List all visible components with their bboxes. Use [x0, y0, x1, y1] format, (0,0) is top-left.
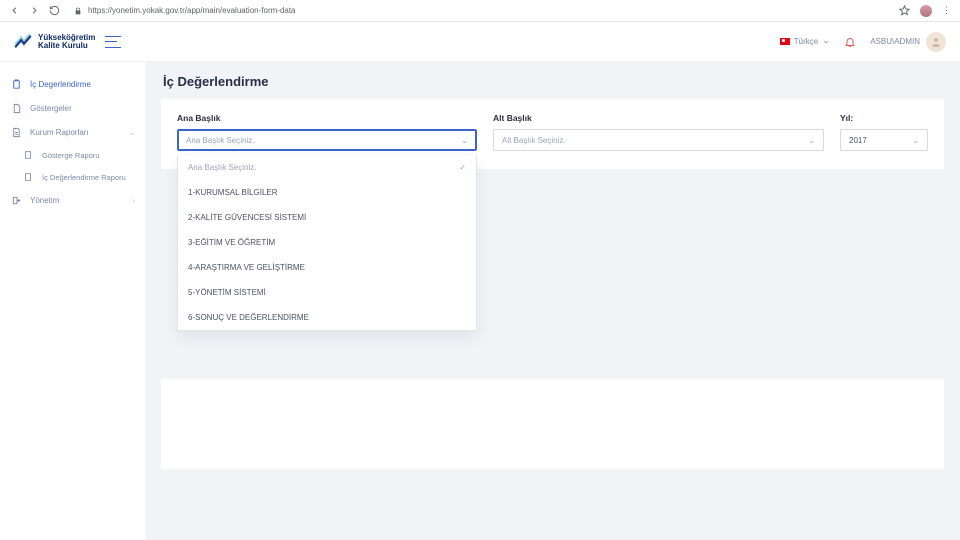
- chevron-down-icon: ⌄: [808, 136, 815, 145]
- dropdown-option-label: 6-SONUÇ VE DEĞERLENDİRME: [188, 313, 309, 322]
- address-bar[interactable]: https://yonetim.yokak.gov.tr/app/main/ev…: [68, 3, 891, 19]
- language-switcher[interactable]: Türkçe: [780, 37, 830, 46]
- main-content: İç Değerlendirme Ana Başlık Ana Başlık S…: [145, 62, 960, 540]
- brand-logo[interactable]: Yükseköğretim Kalite Kurulu: [14, 33, 95, 51]
- bell-icon[interactable]: [844, 36, 856, 48]
- logo-mark-icon: [14, 33, 32, 51]
- profile-avatar-icon[interactable]: [920, 5, 932, 17]
- sidebar-item-label: İç Değerlendirme Raporu: [42, 173, 126, 182]
- browser-chrome: https://yonetim.yokak.gov.tr/app/main/ev…: [0, 0, 960, 22]
- sidebar-item-ic-degerlendirme[interactable]: İç Degerlendirme: [0, 72, 145, 96]
- sidebar-item-gostergeler[interactable]: Göstergeler: [0, 96, 145, 120]
- dropdown-option[interactable]: 2-KALİTE GÜVENCESİ SİSTEMİ: [178, 205, 476, 230]
- dropdown-option-label: 4-ARAŞTIRMA VE GELİŞTİRME: [188, 263, 305, 272]
- dropdown-option-label: 2-KALİTE GÜVENCESİ SİSTEMİ: [188, 213, 306, 222]
- chevron-down-icon: [822, 38, 830, 46]
- language-label: Türkçe: [794, 37, 818, 46]
- dropdown-option[interactable]: 3-EĞİTİM VE ÖĞRETİM: [178, 230, 476, 255]
- field-ana-baslik: Ana Başlık Ana Başlık Seçiniz. ⌄: [177, 113, 477, 151]
- page-icon: [22, 171, 34, 183]
- document-icon: [10, 126, 22, 138]
- sidebar-item-yonetim[interactable]: Yönetim ›: [0, 188, 145, 212]
- sidebar-subitem-gosterge-raporu[interactable]: Gösterge Raporu: [22, 144, 145, 166]
- select-ana-baslik[interactable]: Ana Başlık Seçiniz. ⌄: [177, 129, 477, 151]
- app-header: Yükseköğretim Kalite Kurulu Türkçe ASBU\…: [0, 22, 960, 62]
- dropdown-option-label: Ana Başlık Seçiniz.: [188, 163, 256, 172]
- user-menu[interactable]: ASBU\ADMIN: [870, 32, 946, 52]
- bookmark-star-icon[interactable]: [899, 5, 910, 16]
- dropdown-option[interactable]: 5-YÖNETİM SİSTEMİ: [178, 280, 476, 305]
- user-avatar-icon: [926, 32, 946, 52]
- dropdown-option-label: 1-KURUMSAL BİLGİLER: [188, 188, 278, 197]
- sidebar-submenu-reports: Gösterge Raporu İç Değerlendirme Raporu: [0, 144, 145, 188]
- chevron-down-icon: ⌄: [461, 136, 468, 145]
- kebab-menu-icon[interactable]: ⋮: [942, 5, 952, 16]
- dropdown-option-label: 5-YÖNETİM SİSTEMİ: [188, 288, 266, 297]
- brand-line2: Kalite Kurulu: [38, 42, 95, 50]
- flag-tr-icon: [780, 38, 790, 45]
- username-label: ASBU\ADMIN: [870, 37, 920, 46]
- chevron-down-icon: ⌄: [128, 128, 135, 137]
- check-icon: ✓: [459, 163, 466, 172]
- label-ana-baslik: Ana Başlık: [177, 113, 477, 123]
- chevron-down-icon: ⌄: [912, 136, 919, 145]
- dropdown-option[interactable]: 1-KURUMSAL BİLGİLER: [178, 180, 476, 205]
- reload-icon[interactable]: [48, 5, 60, 17]
- sidebar-item-label: Gösterge Raporu: [42, 151, 100, 160]
- sidebar-item-kurum-raporlari[interactable]: Kurum Raporları ⌄: [0, 120, 145, 144]
- select-value: 2017: [849, 136, 912, 145]
- brand-text: Yükseköğretim Kalite Kurulu: [38, 34, 95, 50]
- chevron-right-icon: ›: [132, 196, 135, 205]
- filter-panel: Ana Başlık Ana Başlık Seçiniz. ⌄ Alt Baş…: [161, 99, 944, 169]
- select-value: Ana Başlık Seçiniz.: [186, 136, 461, 145]
- export-icon: [10, 194, 22, 206]
- label-yil: Yıl:: [840, 113, 928, 123]
- sidebar-item-label: Yönetim: [30, 196, 59, 205]
- lock-icon: [74, 7, 82, 15]
- file-icon: [10, 102, 22, 114]
- field-alt-baslik: Alt Başlık Alt Başlık Seçiniz. ⌄: [493, 113, 824, 151]
- dropdown-option-label: 3-EĞİTİM VE ÖĞRETİM: [188, 238, 275, 247]
- sidebar-item-label: Göstergeler: [30, 104, 72, 113]
- url-text: https://yonetim.yokak.gov.tr/app/main/ev…: [88, 6, 296, 15]
- menu-toggle-icon[interactable]: [105, 36, 121, 48]
- dropdown-option[interactable]: 6-SONUÇ VE DEĞERLENDİRME: [178, 305, 476, 330]
- page-title: İç Değerlendirme: [163, 74, 944, 89]
- sidebar-item-label: İç Degerlendirme: [30, 80, 91, 89]
- dropdown-option[interactable]: 4-ARAŞTIRMA VE GELİŞTİRME: [178, 255, 476, 280]
- page-icon: [22, 149, 34, 161]
- label-alt-baslik: Alt Başlık: [493, 113, 824, 123]
- select-yil[interactable]: 2017 ⌄: [840, 129, 928, 151]
- field-yil: Yıl: 2017 ⌄: [840, 113, 928, 151]
- back-icon[interactable]: [8, 5, 20, 17]
- dropdown-option[interactable]: Ana Başlık Seçiniz. ✓: [178, 155, 476, 180]
- sidebar-subitem-ic-deg-raporu[interactable]: İç Değerlendirme Raporu: [22, 166, 145, 188]
- dropdown-ana-baslik: Ana Başlık Seçiniz. ✓ 1-KURUMSAL BİLGİLE…: [177, 155, 477, 331]
- forward-icon[interactable]: [28, 5, 40, 17]
- select-value: Alt Başlık Seçiniz.: [502, 136, 808, 145]
- clipboard-icon: [10, 78, 22, 90]
- results-panel: [161, 379, 944, 469]
- select-alt-baslik[interactable]: Alt Başlık Seçiniz. ⌄: [493, 129, 824, 151]
- sidebar: İç Degerlendirme Göstergeler Kurum Rapor…: [0, 62, 145, 540]
- sidebar-item-label: Kurum Raporları: [30, 128, 89, 137]
